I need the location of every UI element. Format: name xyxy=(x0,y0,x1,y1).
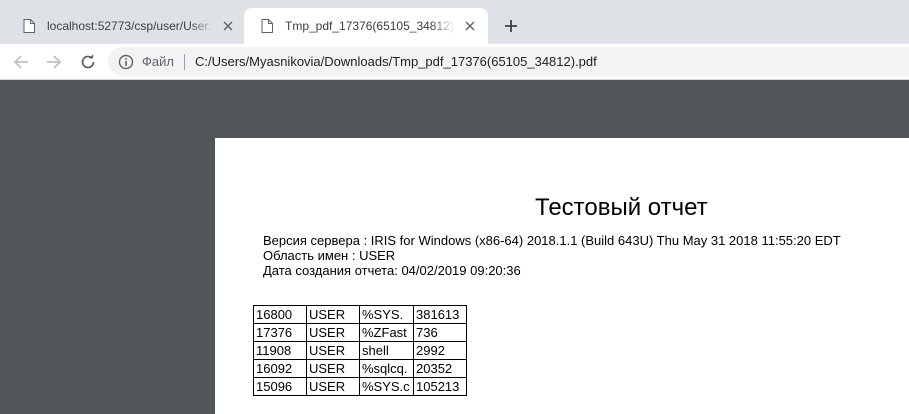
table-cell: 11908 xyxy=(253,341,307,360)
url-text[interactable]: C:/Users/Myasnikovia/Downloads/Tmp_pdf_1… xyxy=(195,54,597,69)
table-row: 17376 USER %ZFast 736 xyxy=(253,323,467,342)
report-title: Тестовый отчет xyxy=(535,194,708,221)
close-icon[interactable] xyxy=(218,16,238,36)
address-bar[interactable]: Файл C:/Users/Myasnikovia/Downloads/Tmp_… xyxy=(108,47,909,76)
table-cell: USER xyxy=(306,323,360,342)
browser-toolbar: Файл C:/Users/Myasnikovia/Downloads/Tmp_… xyxy=(0,44,909,80)
address-divider xyxy=(183,53,185,70)
table-cell: %SYS. xyxy=(359,305,414,324)
table-cell: 20352 xyxy=(413,359,467,378)
table-cell: %ZFast xyxy=(359,323,414,342)
table-cell: 15096 xyxy=(253,377,307,396)
document-icon xyxy=(23,19,35,33)
report-table: 16800 USER %SYS. 381613 17376 USER %ZFas… xyxy=(253,305,467,396)
tab-pdf[interactable]: Tmp_pdf_17376(65105_34812).pdf xyxy=(244,8,488,44)
table-cell: USER xyxy=(306,341,360,360)
tab-title: localhost:52773/csp/user/User.TestReport… xyxy=(47,19,214,33)
table-cell: 16800 xyxy=(253,305,307,324)
tab-strip: localhost:52773/csp/user/User.TestReport… xyxy=(0,0,909,44)
creation-date-line: Дата создания отчета: 04/02/2019 09:20:3… xyxy=(263,263,521,278)
close-icon[interactable] xyxy=(460,16,480,36)
namespace-line: Область имен : USER xyxy=(263,248,396,263)
info-icon[interactable] xyxy=(118,54,134,70)
table-cell: shell xyxy=(359,341,414,360)
plus-icon xyxy=(505,20,517,32)
table-cell: 381613 xyxy=(413,305,467,324)
scheme-label: Файл xyxy=(142,54,174,69)
server-version-line: Версия сервера : IRIS for Windows (x86-6… xyxy=(263,233,841,248)
new-tab-button[interactable] xyxy=(500,15,522,37)
document-icon xyxy=(261,19,273,33)
pdf-page: Тестовый отчет Версия сервера : IRIS for… xyxy=(215,138,909,414)
table-row: 11908 USER shell 2992 xyxy=(253,341,467,360)
tab-title: Tmp_pdf_17376(65105_34812).pdf xyxy=(285,19,456,33)
forward-arrow-icon xyxy=(47,55,62,69)
back-arrow-icon xyxy=(13,55,28,69)
table-cell: 2992 xyxy=(413,341,467,360)
forward-button[interactable] xyxy=(43,51,65,73)
table-cell: 105213 xyxy=(413,377,467,396)
table-cell: %sqlcq. xyxy=(359,359,414,378)
table-cell: USER xyxy=(306,305,360,324)
table-row: 16092 USER %sqlcq. 20352 xyxy=(253,359,467,378)
back-button[interactable] xyxy=(10,51,32,73)
reload-icon xyxy=(81,54,95,69)
table-cell: 16092 xyxy=(253,359,307,378)
reload-button[interactable] xyxy=(77,51,99,73)
table-cell: 17376 xyxy=(253,323,307,342)
table-cell: %SYS.c xyxy=(359,377,414,396)
table-cell: USER xyxy=(306,359,360,378)
tab-user-testreport[interactable]: localhost:52773/csp/user/User.TestReport… xyxy=(6,8,246,44)
table-cell: 736 xyxy=(413,323,467,342)
table-row: 16800 USER %SYS. 381613 xyxy=(253,305,467,324)
table-row: 15096 USER %SYS.c 105213 xyxy=(253,377,467,396)
table-cell: USER xyxy=(306,377,360,396)
